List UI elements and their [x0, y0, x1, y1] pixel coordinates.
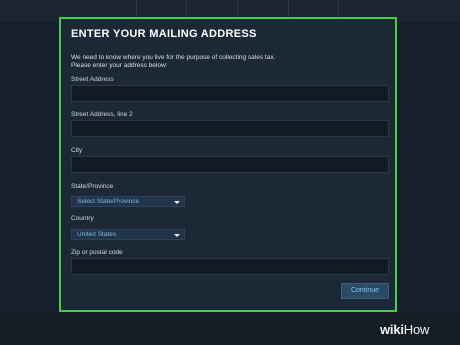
country-select[interactable]: United States [71, 229, 185, 240]
header-divider [288, 0, 289, 18]
header-divider [186, 0, 187, 18]
watermark-wiki: wiki [380, 322, 404, 337]
intro-line-1: We need to know where you live for the p… [71, 54, 276, 61]
chevron-down-icon [174, 201, 180, 204]
header-divider [338, 0, 339, 18]
watermark-how: How [403, 322, 430, 337]
zip-postal-label: Zip or postal code [71, 249, 123, 256]
street-address-input[interactable] [71, 85, 389, 102]
street-address-label: Street Address [71, 76, 114, 83]
chevron-down-icon [174, 234, 180, 237]
street-address-2-input[interactable] [71, 120, 389, 137]
continue-button[interactable]: Continue [341, 283, 389, 299]
wikihow-watermark: wikiHow [380, 322, 429, 337]
city-input[interactable] [71, 156, 389, 173]
city-label: City [71, 147, 83, 154]
state-province-selected: Select State/Province [77, 198, 140, 205]
header-divider [136, 0, 137, 18]
form-intro: We need to know where you live for the p… [71, 54, 381, 70]
mailing-address-form: ENTER YOUR MAILING ADDRESS We need to kn… [59, 17, 397, 312]
state-province-label: State/Province [71, 183, 114, 190]
country-selected: United States [77, 231, 117, 238]
form-title: ENTER YOUR MAILING ADDRESS [71, 28, 257, 40]
country-label: Country [71, 215, 94, 222]
header-divider [237, 0, 238, 18]
intro-line-2: Please enter your address below: [71, 62, 168, 69]
state-province-select[interactable]: Select State/Province [71, 196, 185, 207]
street-address-2-label: Street Address, line 2 [71, 111, 133, 118]
zip-postal-input[interactable] [71, 258, 389, 275]
